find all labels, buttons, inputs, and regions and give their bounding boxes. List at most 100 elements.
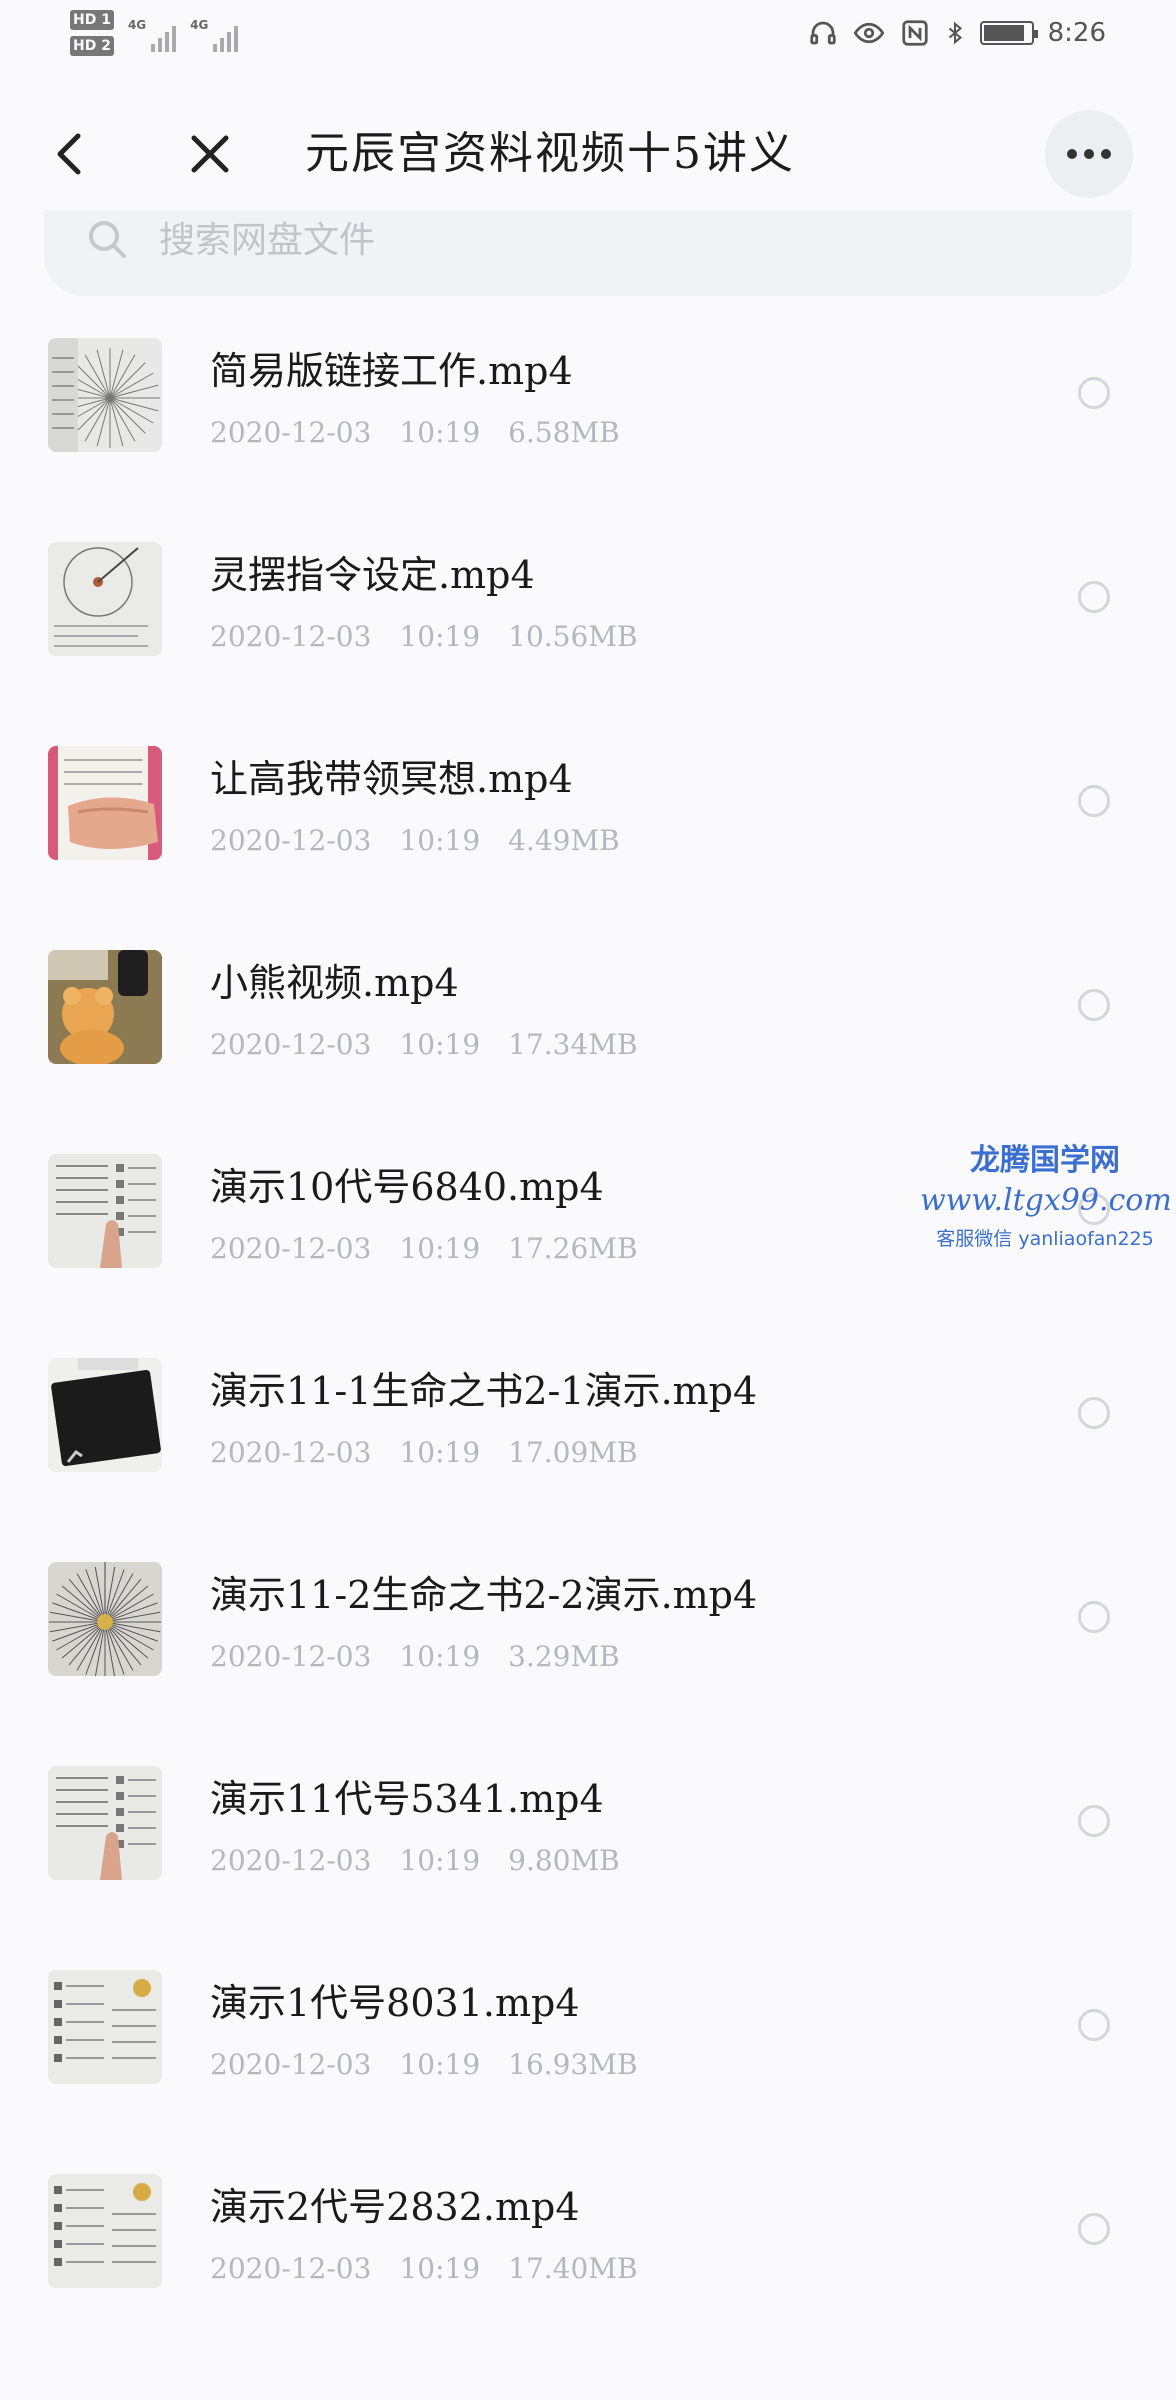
file-meta: 2020-12-03 10:19 17.34MB: [210, 1028, 638, 1061]
search-input[interactable]: [159, 210, 1059, 270]
file-name: 演示11代号5341.mp4: [210, 1777, 604, 1821]
close-button[interactable]: [178, 122, 242, 186]
eye-icon: [853, 22, 884, 44]
file-meta: 2020-12-03 10:19 4.49MB: [210, 824, 620, 857]
file-row[interactable]: 灵摆指令设定.mp4 2020-12-03 10:19 10.56MB: [0, 524, 1176, 728]
file-time: 10:19: [399, 1844, 481, 1877]
select-radio[interactable]: [1078, 989, 1110, 1021]
more-button[interactable]: [1045, 110, 1133, 198]
file-name: 演示11-2生命之书2-2演示.mp4: [210, 1573, 758, 1617]
search-icon: [89, 221, 126, 258]
file-thumbnail: [48, 338, 162, 452]
file-row[interactable]: 让高我带领冥想.mp4 2020-12-03 10:19 4.49MB: [0, 728, 1176, 932]
bluetooth-icon: [948, 21, 962, 45]
more-dots-icon: [1067, 149, 1077, 159]
select-radio[interactable]: [1078, 785, 1110, 817]
battery-icon: [979, 21, 1038, 45]
file-name: 演示10代号6840.mp4: [210, 1165, 604, 1209]
network-label-2: 4G: [190, 18, 209, 32]
file-name: 小熊视频.mp4: [210, 961, 459, 1005]
file-row[interactable]: 演示11-2生命之书2-2演示.mp4 2020-12-03 10:19 3.29MB: [0, 1544, 1176, 1748]
file-date: 2020-12-03: [210, 620, 372, 653]
file-name: 简易版链接工作.mp4: [210, 349, 573, 393]
watermark-url: www.ltgx99.com: [920, 1183, 1172, 1218]
chevron-left-icon: [57, 133, 81, 175]
select-radio[interactable]: [1078, 1397, 1110, 1429]
hd1-badge: HD 1: [70, 10, 114, 30]
file-meta: 2020-12-03 10:19 17.09MB: [210, 1436, 638, 1469]
clock: 8:26: [1047, 18, 1106, 48]
file-date: 2020-12-03: [210, 1640, 372, 1673]
file-meta: 2020-12-03 10:19 17.40MB: [210, 2252, 638, 2285]
status-left: HD 1 HD 2 4G 4G: [70, 10, 239, 56]
search-bar[interactable]: [44, 210, 1132, 296]
file-size: 17.09MB: [508, 1436, 638, 1469]
header: 元辰宫资料视频十5讲义: [0, 100, 1176, 210]
file-name: 灵摆指令设定.mp4: [210, 553, 535, 597]
file-meta: 2020-12-03 10:19 3.29MB: [210, 1640, 620, 1673]
watermark-title: 龙腾国学网: [970, 1143, 1120, 1178]
file-date: 2020-12-03: [210, 1436, 372, 1469]
select-radio[interactable]: [1078, 2009, 1110, 2041]
file-size: 9.80MB: [508, 1844, 620, 1877]
file-date: 2020-12-03: [210, 1028, 372, 1061]
file-time: 10:19: [399, 824, 481, 857]
close-icon: [191, 135, 229, 173]
file-name: 让高我带领冥想.mp4: [210, 757, 573, 801]
file-thumbnail: [48, 746, 162, 860]
network-label-1: 4G: [127, 18, 147, 32]
file-date: 2020-12-03: [210, 1232, 372, 1265]
file-list: 简易版链接工作.mp4 2020-12-03 10:19 6.58MB 灵摆指令设定.m…: [0, 320, 1176, 2360]
file-time: 10:19: [399, 1640, 481, 1673]
file-thumbnail: [48, 542, 162, 656]
file-time: 10:19: [399, 1232, 481, 1265]
select-radio[interactable]: [1078, 581, 1110, 613]
file-size: 16.93MB: [508, 2048, 638, 2081]
file-thumbnail: [48, 1154, 162, 1268]
headphones-icon: [809, 21, 836, 45]
watermark-contact: 客服微信 yanliaofan225: [936, 1228, 1154, 1250]
file-thumbnail: [48, 2174, 162, 2288]
signal-icon: 4G: [190, 18, 239, 52]
select-radio[interactable]: [1078, 2213, 1110, 2245]
file-meta: 2020-12-03 10:19 17.26MB: [210, 1232, 638, 1265]
file-row[interactable]: 演示1代号8031.mp4 2020-12-03 10:19 16.93MB: [0, 1952, 1176, 2156]
file-meta: 2020-12-03 10:19 6.58MB: [210, 416, 620, 449]
file-date: 2020-12-03: [210, 1844, 372, 1877]
nfc-icon: [901, 20, 928, 46]
file-row[interactable]: 演示2代号2832.mp4 2020-12-03 10:19 17.40MB: [0, 2156, 1176, 2360]
file-time: 10:19: [399, 2252, 481, 2285]
file-row[interactable]: 简易版链接工作.mp4 2020-12-03 10:19 6.58MB: [0, 320, 1176, 524]
file-row[interactable]: 演示11代号5341.mp4 2020-12-03 10:19 9.80MB: [0, 1748, 1176, 1952]
select-radio[interactable]: [1078, 1805, 1110, 1837]
file-meta: 2020-12-03 10:19 10.56MB: [210, 620, 638, 653]
file-size: 6.58MB: [508, 416, 620, 449]
file-time: 10:19: [399, 1028, 481, 1061]
file-name: 演示11-1生命之书2-1演示.mp4: [210, 1369, 758, 1413]
file-date: 2020-12-03: [210, 416, 372, 449]
file-row[interactable]: 小熊视频.mp4 2020-12-03 10:19 17.34MB: [0, 932, 1176, 1136]
file-time: 10:19: [399, 416, 481, 449]
select-radio[interactable]: [1078, 377, 1110, 409]
file-meta: 2020-12-03 10:19 16.93MB: [210, 2048, 638, 2081]
file-thumbnail: [48, 1562, 162, 1676]
file-size: 17.40MB: [508, 2252, 638, 2285]
file-date: 2020-12-03: [210, 2048, 372, 2081]
file-thumbnail: [48, 1970, 162, 2084]
hd-indicators: HD 1 HD 2: [70, 10, 114, 56]
page-title: 元辰宫资料视频十5讲义: [305, 128, 795, 179]
file-row[interactable]: 演示11-1生命之书2-1演示.mp4 2020-12-03 10:19 17.09M…: [0, 1340, 1176, 1544]
file-name: 演示1代号8031.mp4: [210, 1981, 580, 2025]
file-thumbnail: [48, 950, 162, 1064]
file-thumbnail: [48, 1358, 162, 1472]
file-date: 2020-12-03: [210, 2252, 372, 2285]
file-time: 10:19: [399, 1436, 481, 1469]
select-radio[interactable]: [1078, 1601, 1110, 1633]
file-thumbnail: [48, 1766, 162, 1880]
watermark: 龙腾国学网 www.ltgx99.com 客服微信 yanliaofan225: [920, 1135, 1172, 1251]
back-button[interactable]: [40, 122, 104, 186]
file-size: 10.56MB: [508, 620, 638, 653]
file-time: 10:19: [399, 2048, 481, 2081]
file-date: 2020-12-03: [210, 824, 372, 857]
file-size: 3.29MB: [508, 1640, 620, 1673]
